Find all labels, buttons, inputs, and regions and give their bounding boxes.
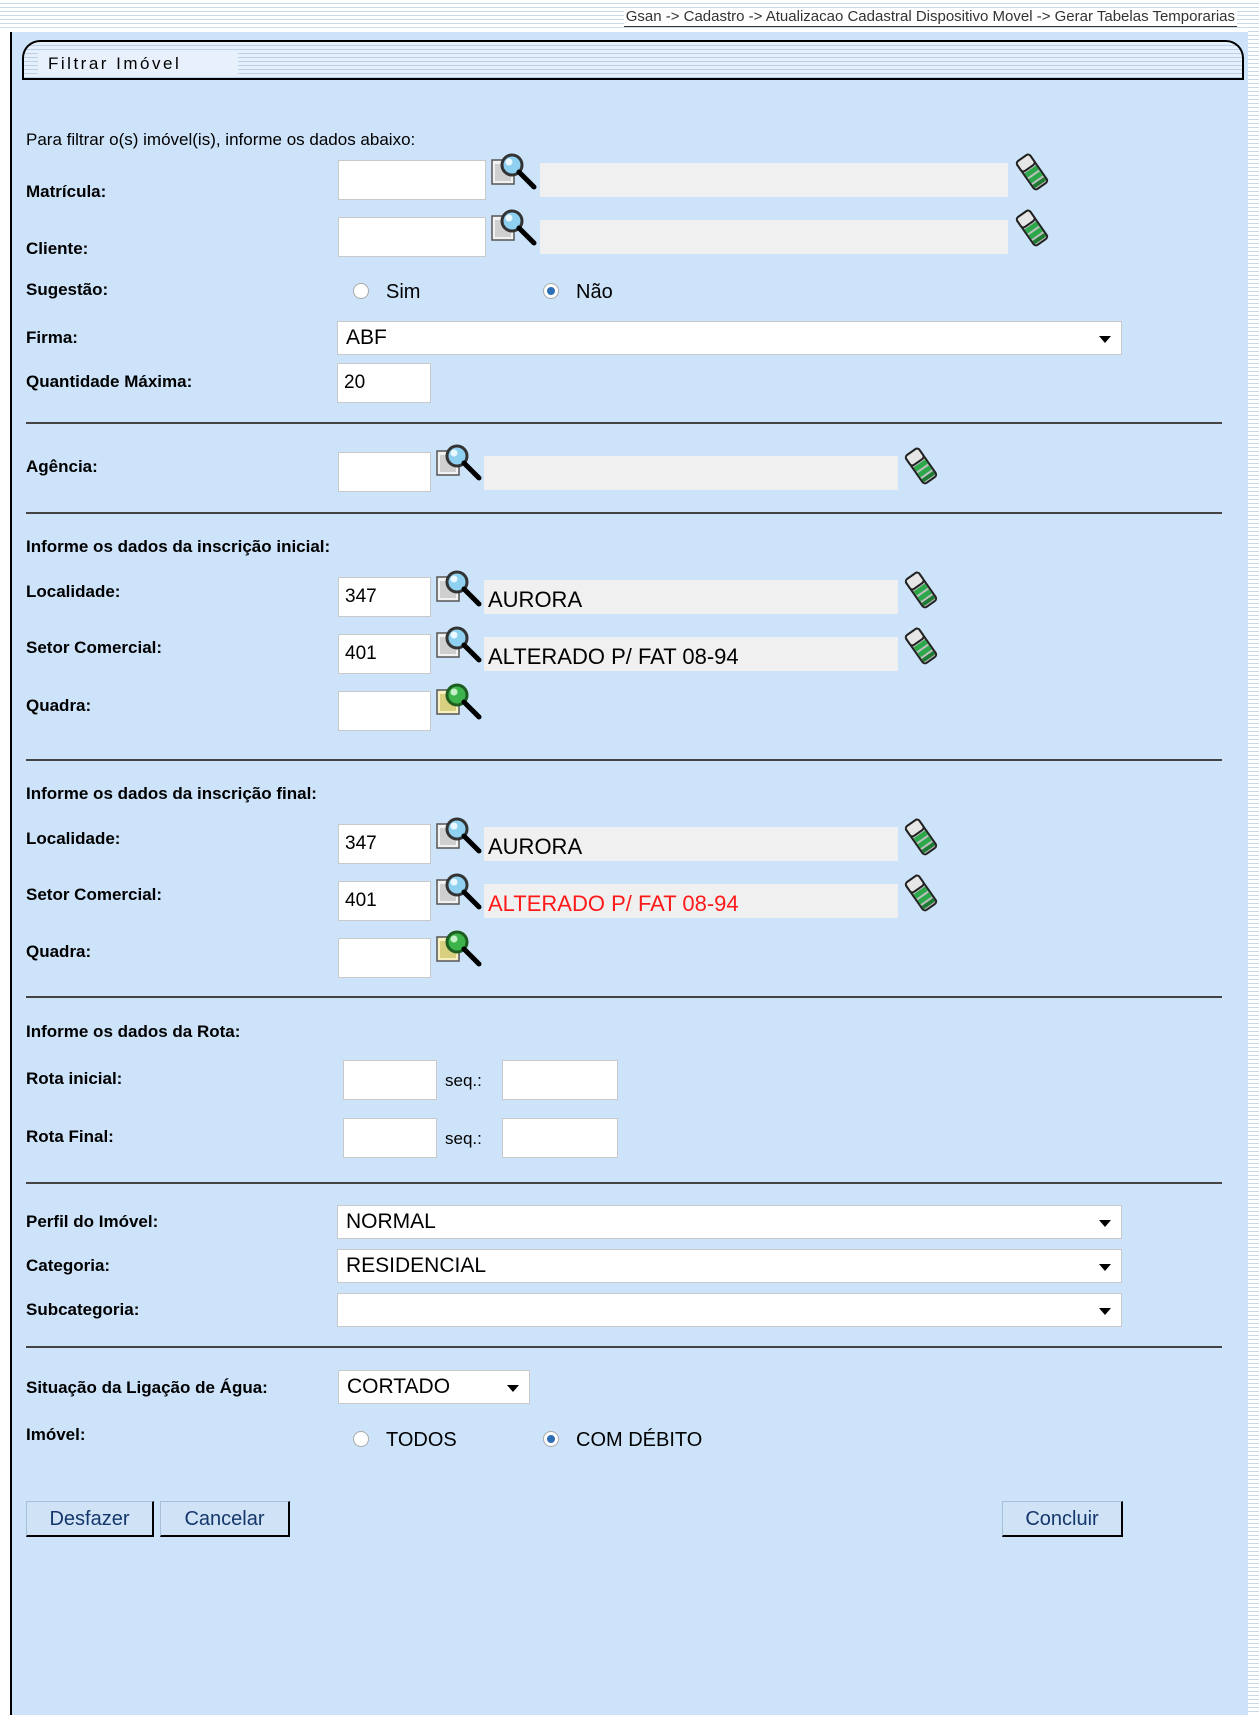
rota-heading: Informe os dados da Rota: [26, 1022, 241, 1041]
rota-final-seq-label: seq.: [445, 1129, 482, 1148]
panel-header: Filtrar Imóvel [22, 40, 1244, 80]
situacao-agua-select[interactable]: CORTADO [338, 1370, 530, 1404]
subcategoria-label: Subcategoria: [26, 1300, 140, 1319]
divider [26, 422, 1222, 424]
final-localidade-input[interactable] [338, 824, 431, 864]
right-edge-stripes [1248, 0, 1259, 1715]
inicial-setor-name: ALTERADO P/ FAT 08-94 [484, 637, 898, 671]
situacao-agua-selected: CORTADO [347, 1375, 451, 1398]
chevron-down-icon [1099, 1220, 1111, 1227]
agencia-label: Agência: [26, 457, 98, 476]
final-quadra-input[interactable] [338, 938, 431, 978]
chevron-down-icon [1099, 1264, 1111, 1271]
sugestao-sim-label: Sim [386, 281, 421, 303]
rota-inicial-label: Rota inicial: [26, 1069, 123, 1088]
quantidade-maxima-label: Quantidade Máxima: [26, 372, 193, 391]
clear-final-setor-icon[interactable] [903, 873, 939, 913]
divider [26, 759, 1222, 761]
cliente-label: Cliente: [26, 239, 89, 258]
cliente-description [540, 220, 1008, 254]
sugestao-nao-radio[interactable] [543, 283, 559, 299]
clear-cliente-icon[interactable] [1014, 208, 1050, 248]
situacao-agua-label: Situação da Ligação de Água: [26, 1378, 268, 1397]
search-matricula-icon[interactable] [490, 150, 538, 192]
final-quadra-label: Quadra: [26, 942, 92, 961]
chevron-down-icon [1099, 1308, 1111, 1315]
firma-label: Firma: [26, 328, 78, 347]
inscricao-inicial-heading: Informe os dados da inscrição inicial: [26, 537, 331, 556]
divider [26, 1182, 1222, 1184]
agencia-input[interactable] [338, 452, 431, 492]
search-final-localidade-icon[interactable] [435, 814, 483, 856]
desfazer-button[interactable]: Desfazer [26, 1501, 154, 1537]
breadcrumb: Gsan -> Cadastro -> Atualizacao Cadastra… [623, 8, 1237, 27]
chevron-down-icon [507, 1385, 519, 1392]
perfil-select[interactable]: NORMAL [337, 1205, 1122, 1239]
firma-selected: ABF [346, 326, 387, 349]
sugestao-label: Sugestão: [26, 280, 109, 299]
perfil-selected: NORMAL [346, 1210, 436, 1233]
clear-final-localidade-icon[interactable] [903, 817, 939, 857]
divider [26, 1346, 1222, 1348]
final-localidade-label: Localidade: [26, 829, 121, 848]
rota-inicial-seq-input[interactable] [502, 1060, 618, 1100]
divider [26, 512, 1222, 514]
matricula-description [540, 163, 1008, 197]
quantidade-maxima-input[interactable] [337, 363, 431, 403]
inicial-quadra-label: Quadra: [26, 696, 92, 715]
subcategoria-select[interactable] [337, 1293, 1122, 1327]
imovel-todos-label: TODOS [386, 1429, 457, 1451]
inicial-setor-label: Setor Comercial: [26, 638, 163, 657]
clear-matricula-icon[interactable] [1014, 152, 1050, 192]
perfil-label: Perfil do Imóvel: [26, 1212, 159, 1231]
inicial-localidade-label: Localidade: [26, 582, 121, 601]
rota-inicial-seq-label: seq.: [445, 1071, 482, 1090]
search-inicial-localidade-icon[interactable] [435, 567, 483, 609]
search-agencia-icon[interactable] [435, 441, 483, 483]
inicial-setor-input[interactable] [338, 634, 431, 674]
matricula-label: Matrícula: [26, 182, 107, 201]
categoria-selected: RESIDENCIAL [346, 1254, 487, 1277]
filter-panel: Filtrar Imóvel [10, 32, 1248, 1715]
search-cliente-icon[interactable] [490, 206, 538, 248]
search-inicial-quadra-icon[interactable] [435, 680, 483, 722]
search-final-quadra-icon[interactable] [435, 927, 483, 969]
sugestao-nao-label: Não [576, 281, 613, 303]
final-setor-input[interactable] [338, 881, 431, 921]
imovel-com-debito-radio[interactable] [543, 1431, 559, 1447]
categoria-label: Categoria: [26, 1256, 111, 1275]
concluir-button[interactable]: Concluir [1002, 1501, 1123, 1537]
agencia-description [484, 456, 898, 490]
search-inicial-setor-icon[interactable] [435, 623, 483, 665]
clear-inicial-setor-icon[interactable] [903, 626, 939, 666]
rota-inicial-input[interactable] [343, 1060, 437, 1100]
inicial-localidade-name: AURORA [484, 580, 898, 614]
intro-text: Para filtrar o(s) imóvel(is), informe os… [26, 130, 416, 149]
final-setor-name: ALTERADO P/ FAT 08-94 [484, 884, 898, 918]
search-final-setor-icon[interactable] [435, 870, 483, 912]
clear-inicial-localidade-icon[interactable] [903, 570, 939, 610]
rota-final-input[interactable] [343, 1118, 437, 1158]
imovel-todos-radio[interactable] [353, 1431, 369, 1447]
inicial-localidade-input[interactable] [338, 577, 431, 617]
cliente-input[interactable] [338, 217, 486, 257]
panel-title: Filtrar Imóvel [48, 54, 182, 73]
clear-agencia-icon[interactable] [903, 446, 939, 486]
inscricao-final-heading: Informe os dados da inscrição final: [26, 784, 317, 803]
final-localidade-name: AURORA [484, 827, 898, 861]
sugestao-sim-radio[interactable] [353, 283, 369, 299]
chevron-down-icon [1099, 336, 1111, 343]
matricula-input[interactable] [338, 160, 486, 200]
firma-select[interactable]: ABF [337, 321, 1122, 355]
divider [26, 996, 1222, 998]
final-setor-label: Setor Comercial: [26, 885, 163, 904]
imovel-com-debito-label: COM DÉBITO [576, 1429, 703, 1451]
rota-final-label: Rota Final: [26, 1127, 114, 1146]
inicial-quadra-input[interactable] [338, 691, 431, 731]
rota-final-seq-input[interactable] [502, 1118, 618, 1158]
imovel-label: Imóvel: [26, 1425, 86, 1444]
categoria-select[interactable]: RESIDENCIAL [337, 1249, 1122, 1283]
cancelar-button[interactable]: Cancelar [160, 1501, 290, 1537]
